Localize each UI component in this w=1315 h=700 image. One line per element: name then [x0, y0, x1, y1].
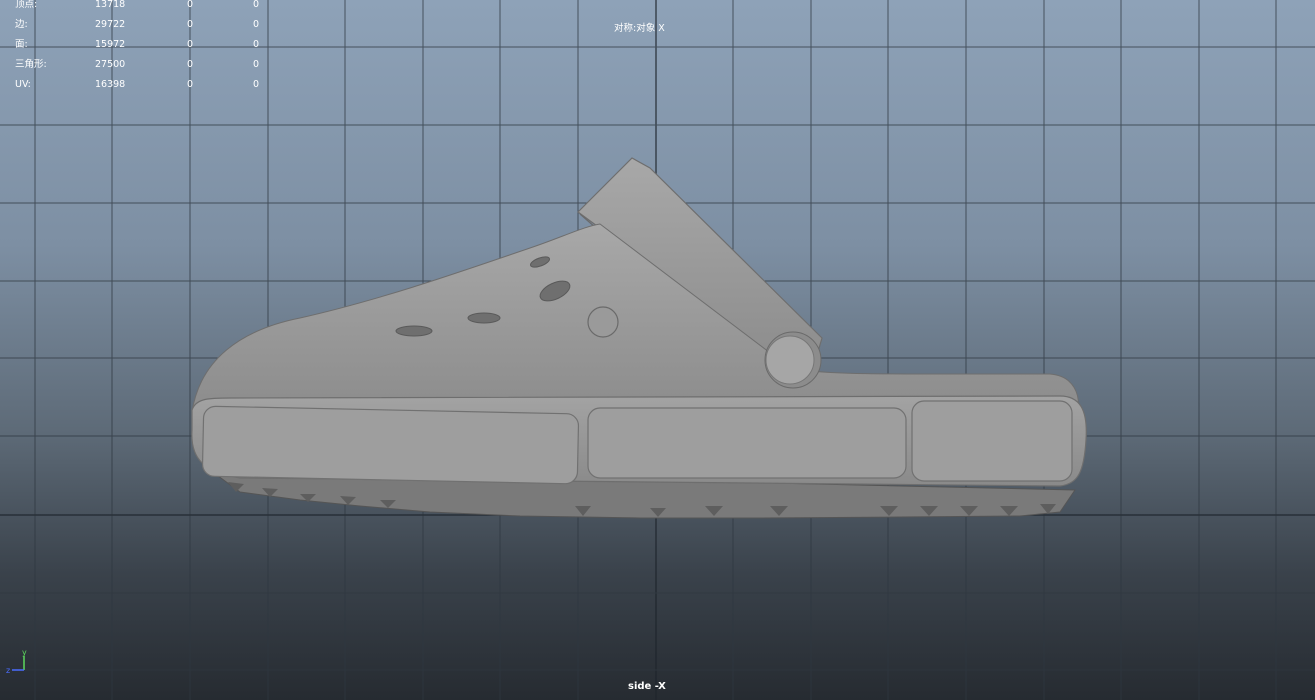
hud-label: 三角形: [15, 59, 47, 70]
hud-row-vertices: 顶点: 13718 0 0 [15, 0, 275, 20]
hud-label: 面: [15, 39, 28, 50]
hud-selected: 0 [187, 19, 194, 30]
hud-selected: 0 [187, 79, 194, 90]
hud-extra: 0 [253, 19, 260, 30]
viewport-side[interactable]: 顶点: 13718 0 0 边: 29722 0 0 面: 15972 0 0 … [0, 0, 1315, 700]
axis-y-label: y [22, 648, 27, 657]
hud-row-uvs: UV: 16398 0 0 [15, 79, 275, 100]
hud-extra: 0 [253, 39, 260, 50]
hud-value: 29722 [95, 19, 126, 30]
symmetry-status: 对称:对象 X [614, 23, 665, 34]
hud-value: 27500 [95, 59, 126, 70]
clog-shoe-mesh[interactable] [0, 0, 1315, 700]
hud-extra: 0 [253, 79, 260, 90]
hud-value: 13718 [95, 0, 126, 10]
hud-selected: 0 [187, 39, 194, 50]
hud-selected: 0 [187, 59, 194, 70]
hud-extra: 0 [253, 59, 260, 70]
heads-up-display-poly-count: 顶点: 13718 0 0 边: 29722 0 0 面: 15972 0 0 … [15, 0, 275, 100]
hud-row-edges: 边: 29722 0 0 [15, 19, 275, 40]
hud-row-faces: 面: 15972 0 0 [15, 39, 275, 60]
camera-name-label[interactable]: side -X [628, 681, 666, 692]
hud-extra: 0 [253, 0, 260, 10]
hud-value: 16398 [95, 79, 126, 90]
hud-row-triangles: 三角形: 27500 0 0 [15, 59, 275, 80]
hud-label: 顶点: [15, 0, 38, 10]
axis-z-label: z [6, 666, 10, 675]
hud-value: 15972 [95, 39, 126, 50]
hud-label: 边: [15, 19, 28, 30]
hud-selected: 0 [187, 0, 194, 10]
axis-gizmo-icon: y z [6, 648, 27, 675]
hud-label: UV: [15, 79, 31, 90]
